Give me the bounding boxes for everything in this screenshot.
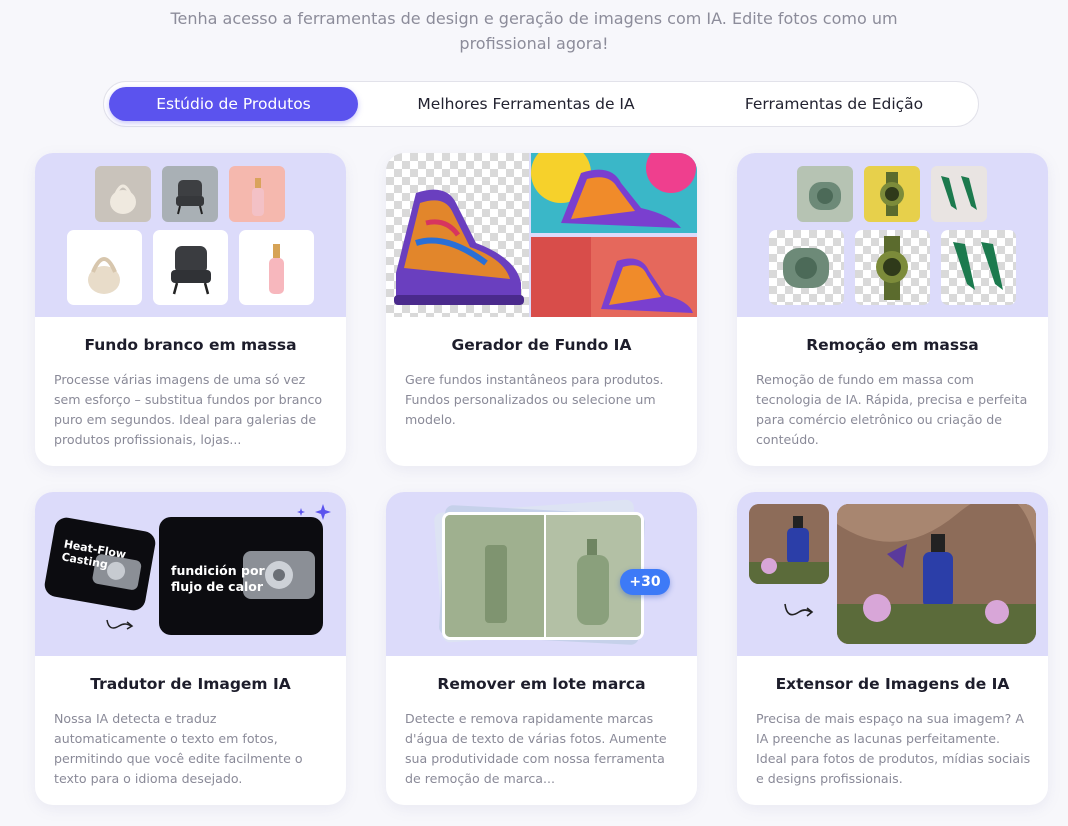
speaker-original-image [797,166,853,222]
card-description: Nossa IA detecta e traduz automaticament… [54,711,303,786]
card-description: Detecte e remova rapidamente marcas d'ág… [405,711,667,786]
translated-image-text: fundición por flujo de calor [171,563,265,594]
card-description: Precisa de mais espaço na sua imagem? A … [756,711,1031,786]
card-remocao-massa[interactable]: Remoção em massa Remoção de fundo em mas… [737,153,1048,466]
original-small-image [749,504,829,584]
heels-removed-bg-image [941,230,1016,305]
card-title: Tradutor de Imagem IA [90,675,291,693]
original-text-image: Heat-Flow Casting [42,515,158,613]
tab-melhores-ferramentas[interactable]: Melhores Ferramentas de IA [394,87,658,121]
tab-estudio-de-produtos[interactable]: Estúdio de Produtos [109,87,358,121]
card-title: Extensor de Imagens de IA [775,675,1010,693]
speaker-removed-bg-image [769,230,844,305]
sneaker-image [394,189,524,305]
bag-white-bg-image [67,230,142,305]
card-thumbnail [35,153,346,317]
extra-count-badge: +30 [620,569,670,595]
watch-removed-bg-image [855,230,930,305]
card-thumbnail: +30 [386,492,697,656]
card-description: Remoção de fundo em massa com tecnologia… [756,372,1028,447]
card-title: Remoção em massa [806,336,979,354]
bag-original-image [95,166,151,222]
extended-image [837,504,1036,644]
card-title: Remover em lote marca [437,675,646,693]
card-gerador-fundo[interactable]: Gerador de Fundo IA Gere fundos instantâ… [386,153,697,466]
card-fundo-branco[interactable]: Fundo branco em massa Processe várias im… [35,153,346,466]
card-title: Fundo branco em massa [84,336,297,354]
chair-original-image [162,166,218,222]
card-thumbnail: Heat-Flow Casting fundición por flujo de… [35,492,346,656]
tab-ferramentas-de-edicao[interactable]: Ferramentas de Edição [719,87,949,121]
bottle-white-bg-image [239,230,314,305]
category-tabs: Estúdio de Produtos Melhores Ferramentas… [103,81,979,127]
card-extensor-imagens[interactable]: Extensor de Imagens de IA Precisa de mai… [737,492,1048,805]
sneaker-red-bg-image [531,237,697,317]
card-thumbnail [737,153,1048,317]
sparkle-icon [297,504,331,520]
card-description: Processe várias imagens de uma só vez se… [54,372,323,447]
intro-line-1: Tenha acesso a ferramentas de design e g… [170,9,898,28]
card-description: Gere fundos instantâneos para produtos. … [405,372,664,427]
translated-text-image: fundición por flujo de calor [159,517,323,635]
arrow-icon [106,619,134,630]
arrow-icon [784,603,814,617]
intro-text: Tenha acesso a ferramentas de design e g… [150,6,918,56]
watermark-photo [442,512,644,640]
intro-line-2: profissional agora! [459,34,609,53]
sneaker-graffiti-bg-image [531,153,697,233]
card-remover-marca[interactable]: +30 Remover em lote marca Detecte e remo… [386,492,697,805]
watch-original-image [864,166,920,222]
card-title: Gerador de Fundo IA [451,336,632,354]
chair-white-bg-image [153,230,228,305]
card-tradutor-imagem[interactable]: Heat-Flow Casting fundición por flujo de… [35,492,346,805]
card-thumbnail [737,492,1048,656]
bottle-original-image [229,166,285,222]
heels-original-image [931,166,987,222]
card-thumbnail [386,153,697,317]
